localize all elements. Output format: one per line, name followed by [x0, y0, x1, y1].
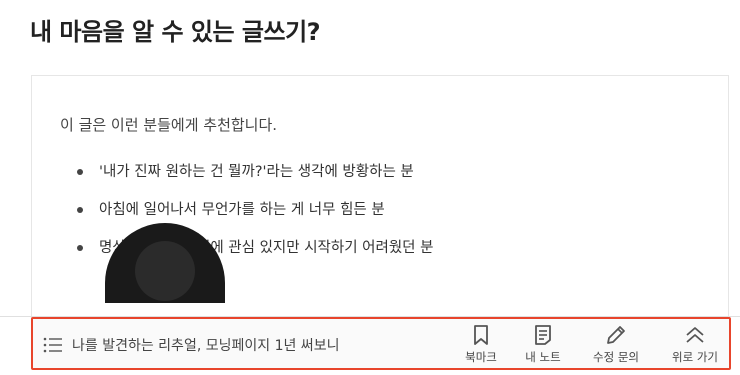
recommendation-card: 이 글은 이런 분들에게 추천합니다. '내가 진짜 원하는 건 뭘까?'라는 …: [31, 75, 729, 345]
series-title: 나를 발견하는 리추얼, 모닝페이지 1년 써보니: [72, 338, 340, 354]
scroll-to-top-label: 위로 가기: [672, 350, 718, 364]
note-icon: [535, 325, 551, 345]
edit-inquiry-label: 수정 문의: [593, 350, 639, 364]
list-icon: [43, 337, 62, 353]
bookmark-icon: [474, 325, 488, 345]
list-item: '내가 진짜 원하는 건 뭘까?'라는 생각에 방황하는 분: [77, 162, 433, 200]
double-chevron-up-icon: [686, 327, 704, 343]
bookmark-button[interactable]: 북마크: [451, 324, 511, 366]
my-note-button[interactable]: 내 노트: [513, 324, 573, 366]
edit-inquiry-button[interactable]: 수정 문의: [586, 324, 646, 366]
table-of-contents-button[interactable]: 나를 발견하는 리추얼, 모닝페이지 1년 써보니: [43, 334, 339, 356]
page-title: 내 마음을 알 수 있는 글쓰기?: [30, 18, 321, 46]
my-note-label: 내 노트: [525, 350, 561, 364]
bottom-action-bar: 나를 발견하는 리추얼, 모닝페이지 1년 써보니 북마크 내 노트 수정 문의…: [31, 317, 731, 370]
scroll-to-top-button[interactable]: 위로 가기: [665, 324, 725, 366]
recommendation-intro: 이 글은 이런 분들에게 추천합니다.: [60, 116, 278, 134]
pencil-icon: [607, 326, 625, 344]
bookmark-label: 북마크: [465, 350, 497, 364]
